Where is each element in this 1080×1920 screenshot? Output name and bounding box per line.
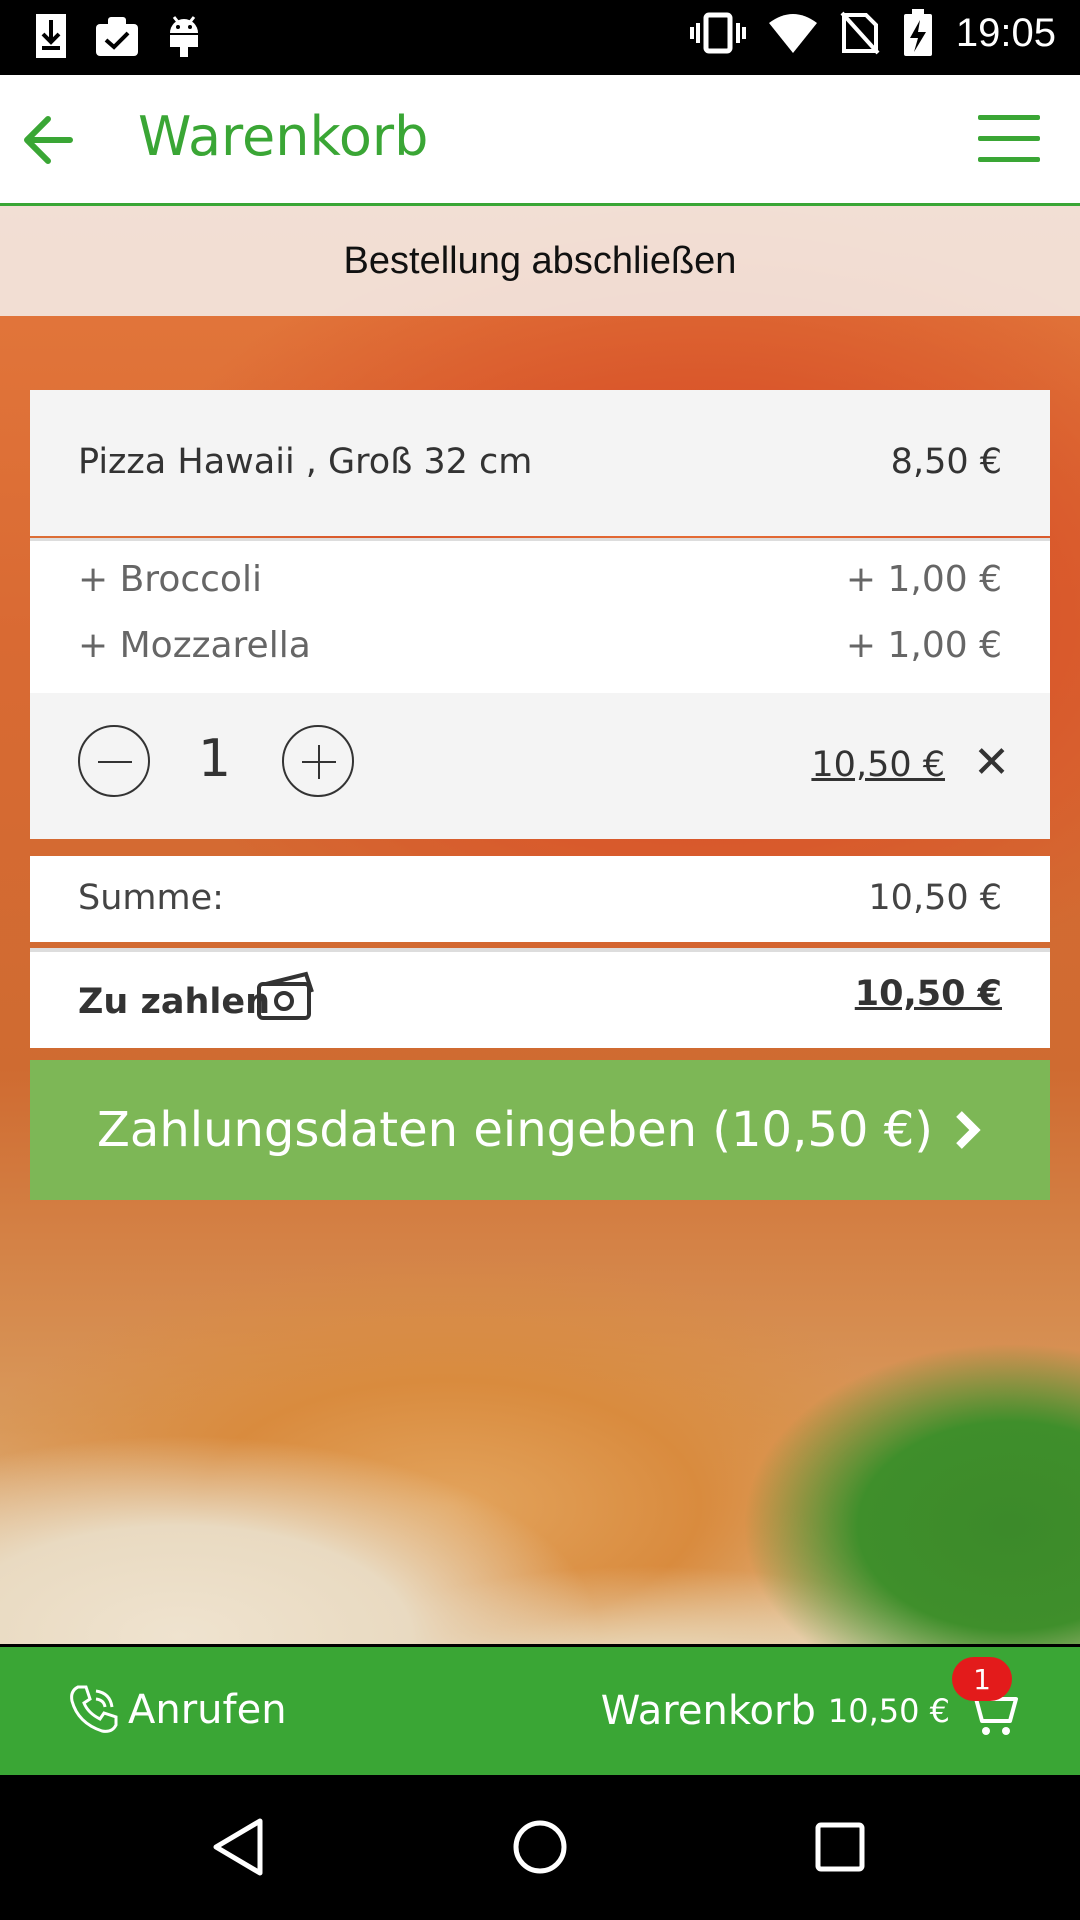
extra-label: + Mozzarella (78, 625, 311, 666)
no-sim-icon (840, 11, 880, 55)
extra-label: + Broccoli (78, 559, 262, 600)
app-bar: Warenkorb (0, 75, 1080, 206)
status-right-icons: 19:05 (689, 8, 1056, 58)
hamburger-menu-icon[interactable] (978, 115, 1040, 163)
download-icon (36, 14, 66, 58)
bottom-bar: Anrufen Warenkorb 10,50 € 1 (0, 1647, 1080, 1775)
line-total[interactable]: 10,50 € (811, 745, 945, 785)
cash-icon (257, 971, 314, 1020)
checkout-heading: Bestellung abschließen (343, 239, 737, 282)
enter-payment-button[interactable]: Zahlungsdaten eingeben (10,50 €) (30, 1060, 1050, 1200)
call-button[interactable]: Anrufen (66, 1683, 287, 1737)
item-extras: + Broccoli + 1,00 € + Mozzarella + 1,00 … (30, 538, 1050, 696)
quantity-value: 1 (198, 729, 232, 789)
cart-amount: 10,50 € (827, 1692, 950, 1730)
sum-label: Summe: (78, 878, 224, 918)
arrow-left-icon[interactable] (18, 105, 88, 175)
back-triangle-icon[interactable] (208, 1815, 272, 1879)
cart-label: Warenkorb (600, 1688, 816, 1734)
wifi-icon (768, 14, 817, 53)
to-pay-value: 10,50 € (854, 974, 1002, 1014)
sum-row: Summe: 10,50 € (30, 856, 1050, 942)
to-pay-row: Zu zahlen 10,50 € (30, 948, 1050, 1048)
system-nav-bar (0, 1775, 1080, 1920)
call-label: Anrufen (128, 1687, 287, 1733)
quantity-row: 1 10,50 € ✕ (30, 693, 1050, 839)
status-bar: 19:05 (0, 0, 1080, 75)
remove-item-button[interactable]: ✕ (973, 737, 1010, 788)
extra-row: + Mozzarella + 1,00 € (78, 625, 1002, 675)
phone-icon (70, 1685, 118, 1733)
decrease-quantity-button[interactable] (78, 725, 150, 797)
enter-payment-label: Zahlungsdaten eingeben (10,50 €) (97, 1102, 933, 1158)
checkout-heading-band: Bestellung abschließen (0, 206, 1080, 316)
status-time: 19:05 (955, 10, 1056, 55)
extra-price: + 1,00 € (845, 625, 1002, 666)
item-price: 8,50 € (890, 442, 1002, 482)
android-icon (170, 16, 198, 57)
page-title: Warenkorb (138, 105, 429, 168)
sum-value: 10,50 € (868, 878, 1002, 918)
cart-count-badge: 1 (952, 1657, 1012, 1701)
increase-quantity-button[interactable] (282, 725, 354, 797)
chevron-right-icon (956, 1111, 981, 1149)
battery-charging-icon (903, 9, 932, 56)
item-name: Pizza Hawaii , Groß 32 cm (78, 442, 533, 482)
status-left-icons (34, 12, 202, 60)
extra-price: + 1,00 € (845, 559, 1002, 600)
recents-square-icon[interactable] (808, 1815, 872, 1879)
to-pay-label: Zu zahlen (78, 982, 271, 1022)
extra-row: + Broccoli + 1,00 € (78, 559, 1002, 609)
clipboard-check-icon (96, 17, 138, 56)
home-circle-icon[interactable] (508, 1815, 572, 1879)
cart-item-header: Pizza Hawaii , Groß 32 cm 8,50 € (30, 390, 1050, 536)
vibrate-icon (689, 12, 746, 54)
